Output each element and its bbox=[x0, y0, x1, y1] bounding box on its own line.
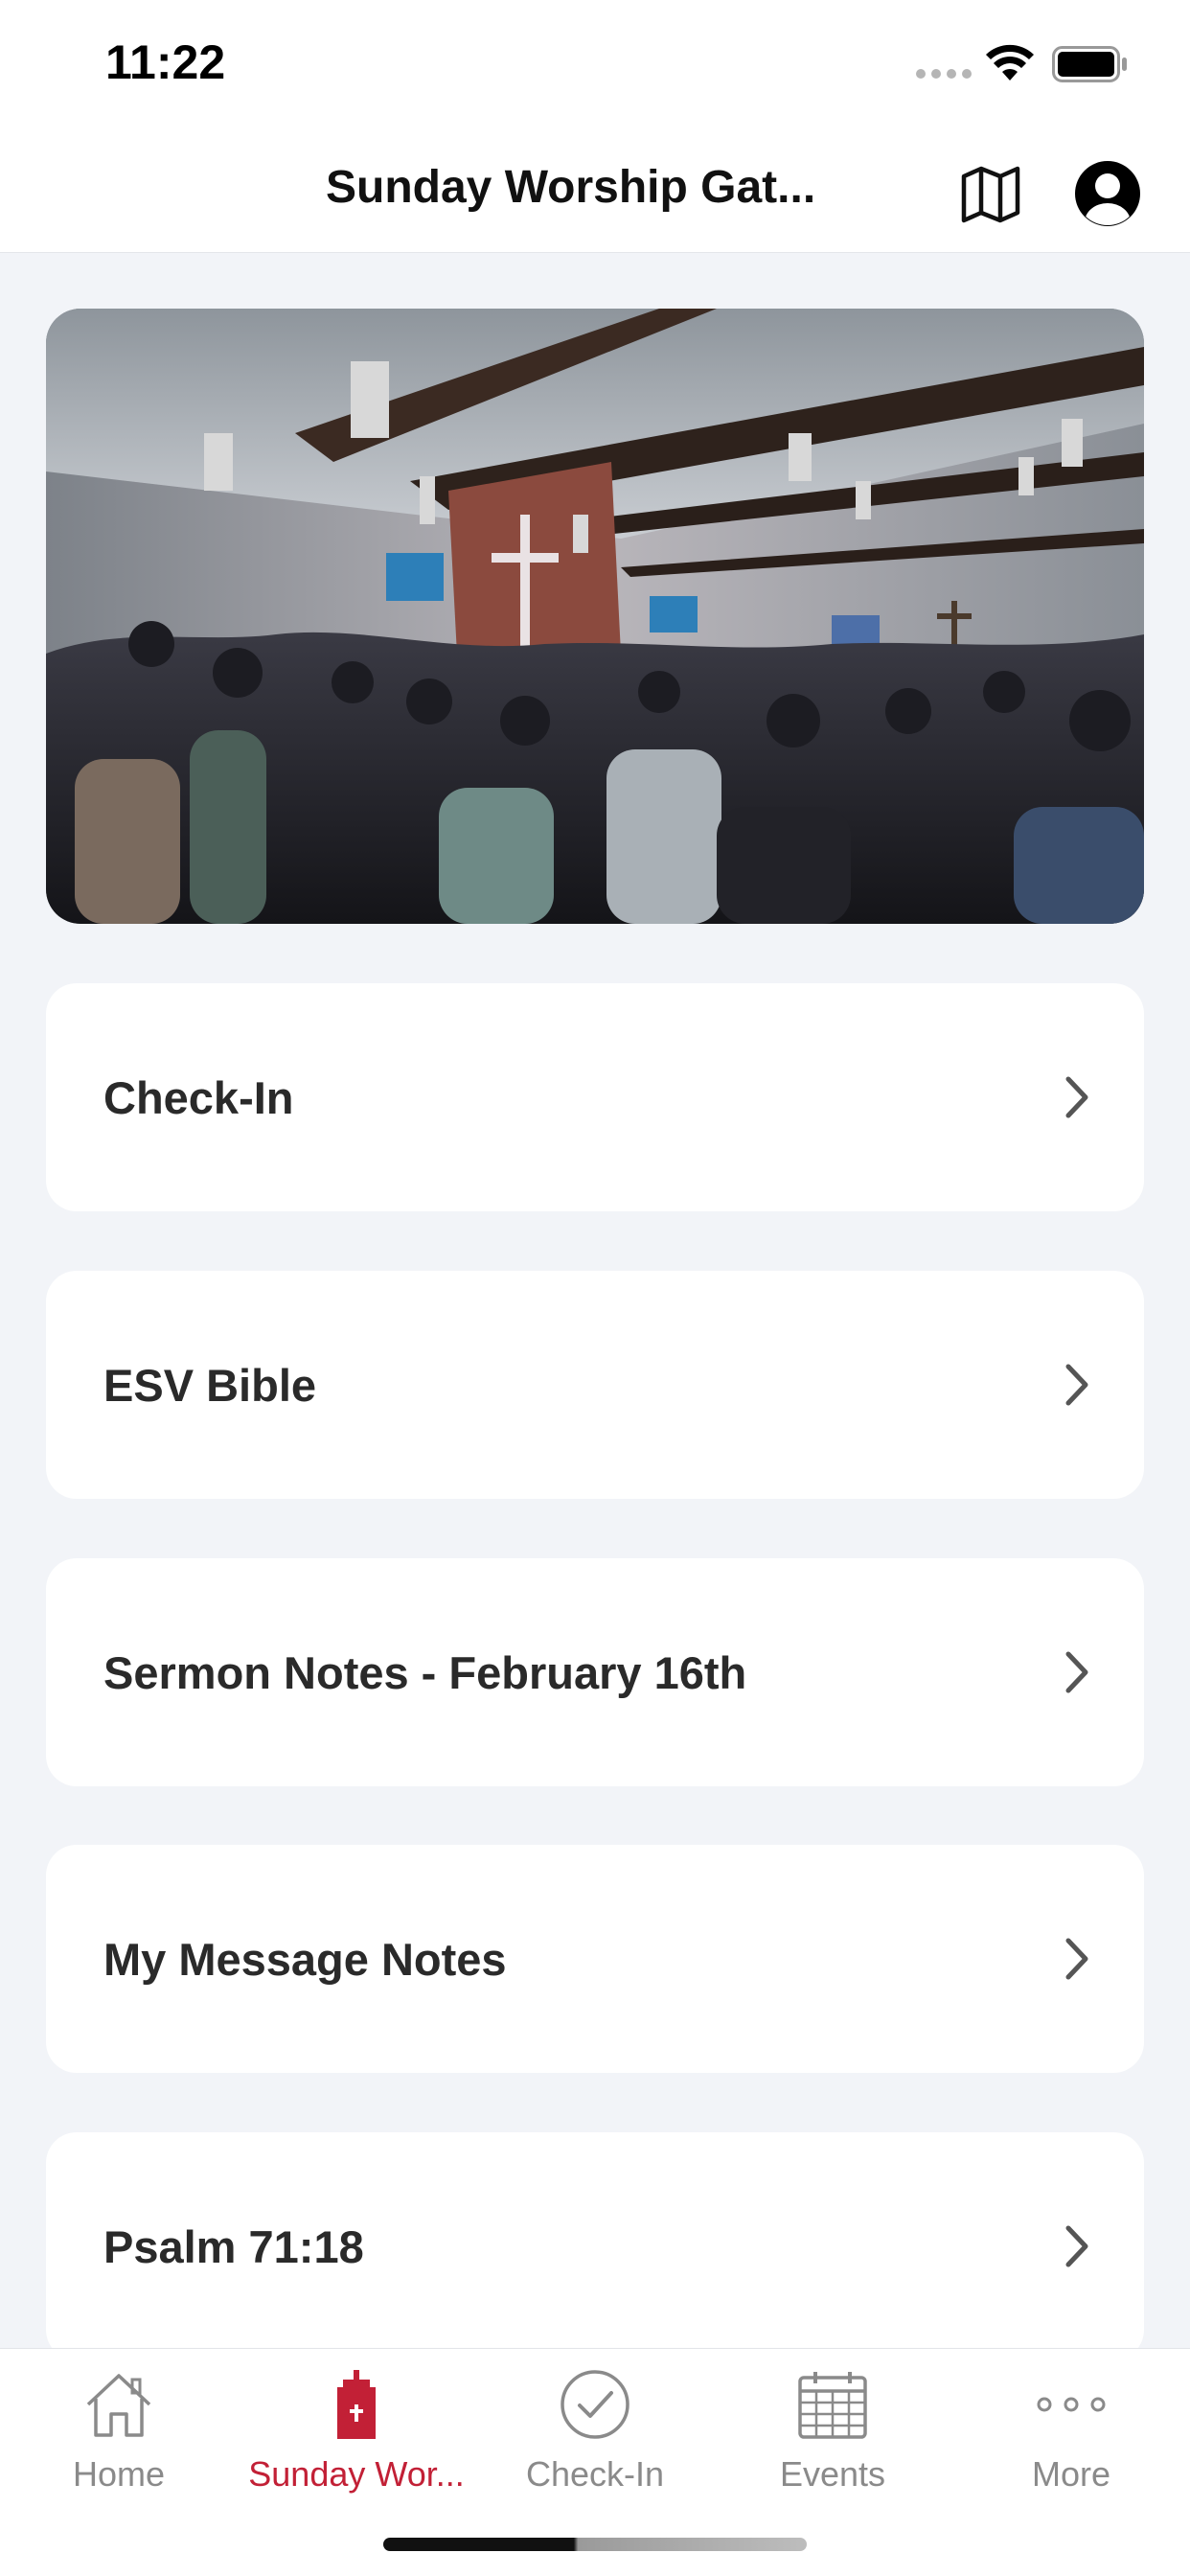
tab-more[interactable]: More bbox=[952, 2349, 1190, 2531]
tab-label: Check-In bbox=[525, 2454, 665, 2494]
menu-item-my-message-notes[interactable]: My Message Notes bbox=[46, 1845, 1144, 2073]
status-time: 11:22 bbox=[105, 35, 226, 89]
church-icon bbox=[337, 2370, 376, 2439]
menu-item-label: Sermon Notes - February 16th bbox=[103, 1646, 747, 1698]
chevron-right-icon bbox=[1065, 1076, 1088, 1118]
check-circle-icon bbox=[561, 2370, 629, 2439]
menu-item-label: ESV Bible bbox=[103, 1359, 317, 1411]
chevron-right-icon bbox=[1065, 2225, 1088, 2267]
chevron-right-icon bbox=[1065, 1364, 1088, 1406]
home-icon bbox=[86, 2374, 151, 2437]
more-icon bbox=[1037, 2397, 1106, 2412]
nav-bar: Sunday Worship Gat... bbox=[0, 132, 1190, 253]
chevron-right-icon bbox=[1065, 1651, 1088, 1693]
menu-item-esv-bible[interactable]: ESV Bible bbox=[46, 1271, 1144, 1499]
tab-check-in[interactable]: Check-In bbox=[476, 2349, 714, 2531]
app-screen: 11:22 Sunday Worship Gat... Check-In ESV… bbox=[0, 0, 1190, 2576]
menu-item-sermon-notes[interactable]: Sermon Notes - February 16th bbox=[46, 1558, 1144, 1786]
status-bar: 11:22 bbox=[0, 0, 1190, 132]
cellular-signal-icon bbox=[916, 69, 972, 79]
tab-home[interactable]: Home bbox=[0, 2349, 238, 2531]
tab-events[interactable]: Events bbox=[714, 2349, 951, 2531]
menu-item-label: Check-In bbox=[103, 1071, 294, 1123]
wifi-icon bbox=[986, 44, 1034, 80]
tab-label: Events bbox=[779, 2454, 886, 2494]
menu-item-psalm[interactable]: Psalm 71:18 bbox=[46, 2132, 1144, 2360]
page-title: Sunday Worship Gat... bbox=[326, 162, 816, 213]
menu-item-label: Psalm 71:18 bbox=[103, 2220, 364, 2272]
tab-label: Sunday Wor... bbox=[248, 2454, 465, 2494]
home-indicator[interactable] bbox=[383, 2538, 807, 2551]
menu-item-check-in[interactable]: Check-In bbox=[46, 983, 1144, 1211]
tab-sunday-worship[interactable]: Sunday Wor... bbox=[238, 2349, 475, 2531]
tab-label: Home bbox=[72, 2454, 166, 2494]
battery-icon bbox=[1052, 46, 1127, 82]
hero-image bbox=[46, 309, 1144, 924]
tab-label: More bbox=[1031, 2454, 1111, 2494]
menu-item-label: My Message Notes bbox=[103, 1933, 507, 1985]
calendar-icon bbox=[798, 2372, 867, 2439]
map-icon[interactable] bbox=[960, 165, 1021, 224]
chevron-right-icon bbox=[1065, 1938, 1088, 1980]
profile-icon[interactable] bbox=[1073, 159, 1142, 228]
